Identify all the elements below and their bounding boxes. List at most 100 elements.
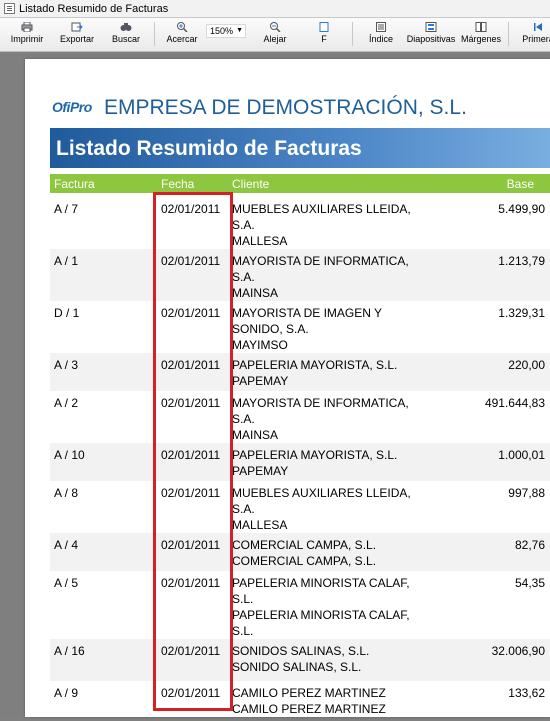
toolbar-separator <box>352 22 353 46</box>
report-page: OfiPro EMPRESA DE DEMOSTRACIÓN, S.L. Lis… <box>25 59 550 717</box>
zoom-in-icon <box>177 22 188 32</box>
printer-icon <box>21 22 33 32</box>
chevron-down-icon: ▼ <box>236 27 243 34</box>
column-header-factura: Factura <box>54 177 95 191</box>
client-name: CAMILO PEREZ MARTINEZ <box>232 686 386 700</box>
invoice-client: COMERCIAL CAMPA, S.L. COMERCIAL CAMPA, S.… <box>232 537 432 569</box>
client-name: MAYORISTA DE IMAGEN Y SONIDO, S.A. <box>232 306 382 336</box>
client-trade-name: PAPEMAY <box>232 464 289 478</box>
invoice-base-amount: 5.499,90 <box>498 202 545 216</box>
invoice-date: 02/01/2011 <box>161 254 221 268</box>
slides-button[interactable]: Diapositivas <box>406 20 456 50</box>
client-trade-name: MAINSA <box>232 428 279 442</box>
table-row: A / 9 02/01/2011 133,62 CAMILO PEREZ MARTIN… <box>50 681 550 721</box>
client-name: MAYORISTA DE INFORMATICA, S.A. <box>232 396 409 426</box>
invoice-client: SONIDOS SALINAS, S.L. SONIDO SALINAS, S.L… <box>232 643 432 675</box>
table-row: A / 8 02/01/2011 997,88 MUEBLES AUXILIARES … <box>50 481 550 533</box>
preview-area[interactable]: OfiPro EMPRESA DE DEMOSTRACIÓN, S.L. Lis… <box>0 52 550 717</box>
invoice-base-amount: 1.213,79 <box>498 254 545 268</box>
invoice-number: A / 9 <box>54 686 79 700</box>
client-name: MUEBLES AUXILIARES LLEIDA, S.A. <box>232 486 411 516</box>
fit-page-icon <box>319 22 329 32</box>
company-name: EMPRESA DE DEMOSTRACIÓN, S.L. <box>104 96 467 119</box>
toolbar-separator <box>508 22 509 46</box>
client-trade-name: MAYIMSO <box>232 338 288 352</box>
print-button[interactable]: Imprimir <box>8 20 46 50</box>
table-row: A / 2 02/01/2011 491.644,83 MAYORISTA DE IN… <box>50 391 550 443</box>
invoice-number: A / 10 <box>54 448 85 462</box>
client-name: SONIDOS SALINAS, S.L. <box>232 644 370 658</box>
invoice-client: PAPELERIA MINORISTA CALAF, S.L. PAPELERIA… <box>232 575 432 639</box>
client-name: MUEBLES AUXILIARES LLEIDA, S.A. <box>232 202 411 232</box>
margins-button[interactable]: Márgenes <box>460 20 502 50</box>
invoice-number: A / 7 <box>54 202 79 216</box>
report-title: Listado Resumido de Facturas <box>56 137 362 160</box>
invoice-date: 02/01/2011 <box>161 202 221 216</box>
invoice-number: A / 2 <box>54 396 79 410</box>
zoom-in-button[interactable]: Acercar <box>164 20 200 50</box>
table-row: A / 5 02/01/2011 54,35 PAPELERIA MINORISTA … <box>50 571 550 639</box>
index-button[interactable]: Índice <box>364 20 398 50</box>
zoom-out-button[interactable]: Alejar <box>258 20 292 50</box>
client-trade-name: MAINSA <box>232 286 279 300</box>
table-header: Factura Fecha Cliente Base <box>50 174 550 193</box>
fit-button[interactable]: F <box>314 20 334 50</box>
client-trade-name: PAPEMAY <box>232 374 289 388</box>
invoice-base-amount: 1.329,31 <box>498 306 545 320</box>
invoice-base-amount: 32.006,90 <box>491 644 545 658</box>
export-icon <box>71 22 83 32</box>
client-name: PAPELERIA MAYORISTA, S.L. <box>232 358 398 372</box>
first-page-icon <box>534 23 542 31</box>
report-title-banner: Listado Resumido de Facturas <box>50 128 550 168</box>
slides-icon <box>425 22 437 32</box>
client-trade-name: MALLESA <box>232 518 288 532</box>
invoice-number: A / 8 <box>54 486 79 500</box>
table-row: A / 1 02/01/2011 1.213,79 MAYORISTA DE INFO… <box>50 249 550 301</box>
window-title: Listado Resumido de Facturas <box>19 2 169 15</box>
invoice-date: 02/01/2011 <box>161 358 221 372</box>
invoice-client: MAYORISTA DE IMAGEN Y SONIDO, S.A. MAYIMS… <box>232 305 432 353</box>
invoice-number: D / 1 <box>54 306 80 320</box>
invoice-date: 02/01/2011 <box>161 538 221 552</box>
table-row: A / 16 02/01/2011 32.006,90 SONIDOS SALINAS… <box>50 639 550 681</box>
export-button[interactable]: Exportar <box>56 20 98 50</box>
search-button[interactable]: Buscar <box>108 20 144 50</box>
invoice-date: 02/01/2011 <box>161 306 221 320</box>
table-row: A / 3 02/01/2011 220,00 PAPELERIA MAYORISTA… <box>50 353 550 391</box>
table-row: A / 10 02/01/2011 1.000,01 PAPELERIA MAYORI… <box>50 443 550 481</box>
invoice-client: MAYORISTA DE INFORMATICA, S.A. MAINSA <box>232 395 432 443</box>
invoice-client: MUEBLES AUXILIARES LLEIDA, S.A. MALLESA <box>232 485 432 533</box>
invoice-number: A / 1 <box>54 254 79 268</box>
column-header-base: Base <box>506 177 534 191</box>
first-page-button[interactable]: Primera <box>518 20 550 50</box>
invoice-date: 02/01/2011 <box>161 644 221 658</box>
invoice-table-body: A / 7 02/01/2011 5.499,90 MUEBLES AUXILIARE… <box>50 197 550 721</box>
margins-icon <box>475 22 487 32</box>
invoice-date: 02/01/2011 <box>161 576 221 590</box>
binoculars-icon <box>120 23 132 31</box>
client-trade-name: SONIDO SALINAS, S.L. <box>232 660 362 674</box>
invoice-base-amount: 491.644,83 <box>484 396 545 410</box>
invoice-date: 02/01/2011 <box>161 486 221 500</box>
invoice-base-amount: 133,62 <box>508 686 545 700</box>
invoice-client: PAPELERIA MAYORISTA, S.L. PAPEMAY <box>232 357 432 389</box>
invoice-date: 02/01/2011 <box>161 686 221 700</box>
client-trade-name: COMERCIAL CAMPA, S.L. <box>232 554 377 568</box>
window-titlebar: Listado Resumido de Facturas <box>0 0 550 18</box>
invoice-base-amount: 220,00 <box>508 358 545 372</box>
toolbar-separator <box>154 22 155 46</box>
table-row: D / 1 02/01/2011 1.329,31 MAYORISTA DE IMAG… <box>50 301 550 353</box>
toolbar: Imprimir Exportar Buscar Acercar 150% ▼ … <box>0 18 550 52</box>
invoice-client: MAYORISTA DE INFORMATICA, S.A. MAINSA <box>232 253 432 301</box>
client-name: PAPELERIA MINORISTA CALAF, S.L. <box>232 576 410 606</box>
invoice-base-amount: 82,76 <box>514 538 545 552</box>
invoice-base-amount: 997,88 <box>508 486 545 500</box>
index-icon <box>376 22 386 32</box>
client-name: COMERCIAL CAMPA, S.L. <box>232 538 377 552</box>
table-row: A / 4 02/01/2011 82,76 COMERCIAL CAMPA, S.L… <box>50 533 550 571</box>
invoice-number: A / 4 <box>54 538 79 552</box>
invoice-client: MUEBLES AUXILIARES LLEIDA, S.A. MALLESA <box>232 201 432 249</box>
zoom-select[interactable]: 150% ▼ <box>206 24 246 38</box>
invoice-client: CAMILO PEREZ MARTINEZ CAMILO PEREZ MARTIN… <box>232 685 432 717</box>
document-icon <box>4 3 15 14</box>
